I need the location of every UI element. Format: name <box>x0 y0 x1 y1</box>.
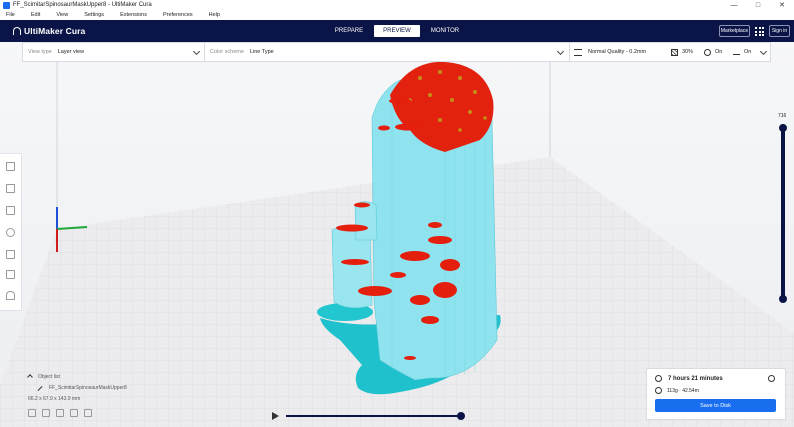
scale-icon[interactable] <box>6 184 15 193</box>
layer-slider[interactable] <box>779 124 787 303</box>
top-view-icon[interactable] <box>56 409 64 417</box>
menu-bar: File Edit View Settings Extensions Prefe… <box>0 10 794 20</box>
object-info: Object list FF_ScimitarSpinosaurMaskUppe… <box>27 374 127 417</box>
support-icon <box>704 48 711 56</box>
minimize-button[interactable]: — <box>722 0 746 10</box>
play-icon[interactable] <box>272 412 279 420</box>
color-scheme-dropdown[interactable]: Color scheme Line Type <box>210 43 274 61</box>
camera-view-buttons <box>28 409 127 417</box>
infill-icon <box>671 48 678 56</box>
spool-icon <box>655 387 662 394</box>
edit-pencil-icon[interactable] <box>37 385 43 391</box>
tab-preview[interactable]: PREVIEW <box>374 25 420 37</box>
menu-help[interactable]: Help <box>209 12 220 18</box>
rotate-icon[interactable] <box>6 206 15 215</box>
infill-value: 30% <box>682 49 694 55</box>
undo-icon[interactable] <box>6 228 15 237</box>
print-settings-summary[interactable]: Normal Quality - 0.2mm <box>574 43 646 61</box>
layer-max-label: 716 <box>778 113 787 119</box>
right-view-icon[interactable] <box>84 409 92 417</box>
mirror-icon[interactable] <box>6 250 15 259</box>
left-toolbar <box>0 153 22 311</box>
ultimaker-logo: UltiMaker Cura <box>13 26 85 36</box>
chevron-down-icon[interactable] <box>192 47 201 56</box>
left-view-icon[interactable] <box>70 409 78 417</box>
window-controls: — □ ✕ <box>722 0 794 10</box>
layer-bottom-handle[interactable] <box>779 295 787 303</box>
sign-in-button[interactable]: Sign in <box>769 25 790 37</box>
adhesion-value: On <box>744 49 752 55</box>
support-blocker-icon[interactable] <box>6 291 15 300</box>
view-type-value: Layer view <box>57 49 85 55</box>
view-type-dropdown[interactable]: View type Layer view <box>28 43 84 61</box>
adhesion-indicator[interactable]: On <box>733 43 751 61</box>
window-title: FF_ScimitarSpinosaurMaskUpper8 - UltiMak… <box>13 2 152 8</box>
info-icon[interactable] <box>768 375 775 382</box>
front-view-icon[interactable] <box>42 409 50 417</box>
adhesion-icon <box>733 49 740 55</box>
print-time: 7 hours 21 minutes <box>668 375 723 382</box>
tab-prepare[interactable]: PREPARE <box>326 25 372 37</box>
apps-grid-icon[interactable] <box>755 27 764 36</box>
maximize-button[interactable]: □ <box>746 0 770 10</box>
clock-icon <box>655 375 662 382</box>
color-scheme-value: Line Type <box>249 49 274 55</box>
chevron-down-icon[interactable] <box>556 47 565 56</box>
close-button[interactable]: ✕ <box>770 0 794 10</box>
3d-view-icon[interactable] <box>28 409 36 417</box>
view-type-label: View type <box>28 49 52 55</box>
ultimaker-logo-icon <box>13 27 21 35</box>
infill-indicator[interactable]: 30% <box>671 43 693 61</box>
stage-tabs: PREPARE PREVIEW MONITOR <box>326 25 470 37</box>
view-settings-bar: View type Layer view Color scheme Line T… <box>22 42 771 62</box>
color-scheme-label: Color scheme <box>210 49 244 55</box>
save-to-disk-button[interactable]: Save to Disk <box>655 399 776 412</box>
chevron-down-icon[interactable] <box>759 47 768 56</box>
object-dimensions: 66.2 x 67.9 x 143.9 mm <box>28 396 81 402</box>
settings-sliders-icon <box>574 48 582 56</box>
object-list-label: Object list <box>38 374 60 380</box>
support-indicator[interactable]: On <box>704 43 722 61</box>
object-list-toggle[interactable]: Object list <box>27 374 127 380</box>
object-name: FF_ScimitarSpinosaurMaskUpper8 <box>49 385 127 391</box>
menu-edit[interactable]: Edit <box>31 12 40 18</box>
title-bar: FF_ScimitarSpinosaurMaskUpper8 - UltiMak… <box>0 0 794 10</box>
path-slider[interactable] <box>286 415 461 417</box>
move-icon[interactable] <box>6 162 15 171</box>
tab-monitor[interactable]: MONITOR <box>422 25 468 37</box>
print-job-panel: 7 hours 21 minutes 113g · 42.54m Save to… <box>646 368 786 420</box>
menu-extensions[interactable]: Extensions <box>120 12 147 18</box>
layer-playback <box>272 411 467 421</box>
cura-app-icon <box>3 1 10 9</box>
layer-top-handle[interactable] <box>779 124 787 132</box>
per-model-settings-icon[interactable] <box>6 270 15 279</box>
marketplace-button[interactable]: Marketplace <box>719 25 750 37</box>
menu-preferences[interactable]: Preferences <box>163 12 193 18</box>
logo-text: UltiMaker Cura <box>24 26 86 36</box>
quality-profile: Normal Quality - 0.2mm <box>588 49 647 55</box>
menu-settings[interactable]: Settings <box>84 12 104 18</box>
support-value: On <box>715 49 723 55</box>
app-header: UltiMaker Cura PREPARE PREVIEW MONITOR M… <box>0 20 794 42</box>
menu-file[interactable]: File <box>6 12 15 18</box>
chevron-up-icon[interactable] <box>27 374 33 380</box>
menu-view[interactable]: View <box>56 12 68 18</box>
path-slider-handle[interactable] <box>457 412 465 420</box>
material-estimate: 113g · 42.54m <box>667 387 699 394</box>
